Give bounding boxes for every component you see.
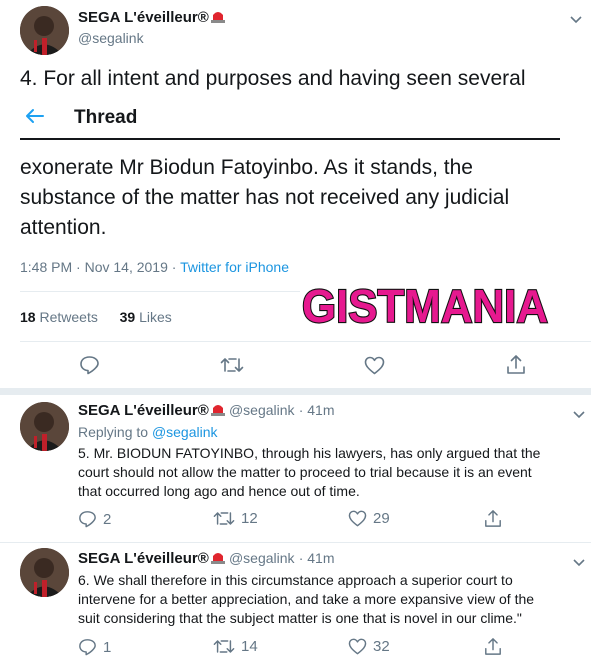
reply-text: 6. We shall therefore in this circumstan… xyxy=(78,571,583,628)
like-count: 29 xyxy=(373,510,390,527)
retweet-button[interactable]: 14 xyxy=(213,638,258,655)
tweet-text-top: 4. For all intent and purposes and havin… xyxy=(20,67,526,90)
siren-emoji-icon xyxy=(210,10,225,23)
author-handle[interactable]: @segalink xyxy=(229,402,295,418)
author-name[interactable]: SEGA L'éveilleur® xyxy=(78,9,209,26)
tweet-source[interactable]: Twitter for iPhone xyxy=(180,259,289,275)
thread-title: Thread xyxy=(74,107,138,128)
tweet-line: exonerate Mr Biodun Fatoyinbo. As it sta… xyxy=(20,156,473,179)
retweet-icon xyxy=(213,512,235,525)
reply-icon[interactable] xyxy=(79,355,100,380)
likes-label[interactable]: Likes xyxy=(139,309,172,325)
watermark-text: GISTMANIA xyxy=(302,280,548,330)
replying-to-handle[interactable]: @segalink xyxy=(152,424,218,440)
retweet-count: 14 xyxy=(241,638,258,655)
like-icon xyxy=(348,510,367,527)
reply-line: suit considering that the subject matter… xyxy=(78,610,522,626)
replying-to: Replying to @segalink xyxy=(78,424,218,440)
like-count: 32 xyxy=(373,638,390,655)
reply-header: SEGA L'éveilleur® @segalink · 41m xyxy=(78,402,335,419)
thread-header: Thread xyxy=(0,97,591,138)
replying-label: Replying to xyxy=(78,424,152,440)
retweet-count: 12 xyxy=(241,510,258,527)
retweet-icon xyxy=(213,640,235,653)
chevron-down-icon[interactable] xyxy=(573,406,585,424)
reply-time[interactable]: · 41m xyxy=(299,550,335,566)
avatar[interactable] xyxy=(20,548,69,597)
reply-line: intervene for a better appreciation, and… xyxy=(78,591,535,607)
reply-button[interactable]: 2 xyxy=(78,510,111,528)
like-icon xyxy=(348,638,367,655)
reply-header: SEGA L'éveilleur® @segalink · 41m xyxy=(78,550,335,567)
like-icon[interactable] xyxy=(364,356,385,380)
author-name[interactable]: SEGA L'éveilleur® xyxy=(78,402,209,419)
like-button[interactable]: 32 xyxy=(348,638,390,655)
author-handle[interactable]: @segalink xyxy=(78,30,144,46)
clipped-text-line xyxy=(0,138,591,148)
reply-icon xyxy=(79,511,96,528)
like-button[interactable]: 29 xyxy=(348,510,390,527)
tweet-timestamp[interactable]: 1:48 PM · Nov 14, 2019 · xyxy=(20,259,180,275)
reply-icon xyxy=(79,639,96,656)
retweets-count[interactable]: 18 xyxy=(20,309,36,325)
share-icon[interactable] xyxy=(484,509,502,533)
reply-text: 5. Mr. BIODUN FATOYINBO, through his law… xyxy=(78,444,583,501)
chevron-down-icon[interactable] xyxy=(570,11,582,29)
author-name[interactable]: SEGA L'éveilleur® xyxy=(78,550,209,567)
reply-line: 5. Mr. BIODUN FATOYINBO, through his law… xyxy=(78,445,541,461)
siren-emoji-icon xyxy=(210,403,225,416)
reply-time[interactable]: · 41m xyxy=(299,402,335,418)
avatar[interactable] xyxy=(20,6,69,55)
retweets-label[interactable]: Retweets xyxy=(39,309,97,325)
reply-count: 2 xyxy=(103,510,112,528)
watermark: GISTMANIA xyxy=(300,279,550,333)
tweet-body: exonerate Mr Biodun Fatoyinbo. As it sta… xyxy=(20,153,580,243)
tweet-line: substance of the matter has not received… xyxy=(20,186,510,209)
back-arrow-icon[interactable] xyxy=(24,108,44,129)
tweet-line: attention. xyxy=(20,216,107,239)
share-icon[interactable] xyxy=(506,354,526,380)
author-handle[interactable]: @segalink xyxy=(229,550,295,566)
chevron-down-icon[interactable] xyxy=(573,554,585,572)
tweet-stats: 18 Retweets 39 Likes xyxy=(20,309,172,325)
avatar[interactable] xyxy=(20,402,69,451)
retweet-icon[interactable] xyxy=(220,356,244,379)
reply-line: that occurred long ago and hence out of … xyxy=(78,483,360,499)
reply-line: court should not allow the matter to pro… xyxy=(78,464,532,480)
reply-count: 1 xyxy=(103,638,112,656)
likes-count[interactable]: 39 xyxy=(120,309,136,325)
reply-line: 6. We shall therefore in this circumstan… xyxy=(78,572,513,588)
retweet-button[interactable]: 12 xyxy=(213,510,258,527)
share-icon[interactable] xyxy=(484,637,502,661)
reply-button[interactable]: 1 xyxy=(78,638,111,656)
siren-emoji-icon xyxy=(210,551,225,564)
